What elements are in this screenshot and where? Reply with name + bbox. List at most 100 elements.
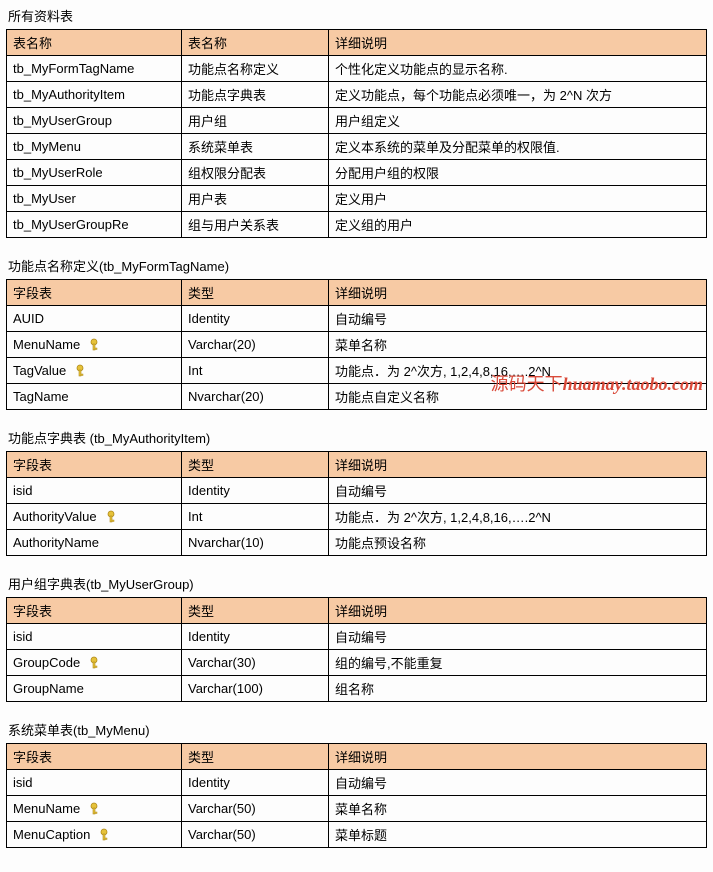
field-type-cell: 用户表	[182, 186, 329, 212]
field-type-cell: 系统菜单表	[182, 134, 329, 160]
field-type-cell: 功能点名称定义	[182, 56, 329, 82]
table-header: 详细说明	[329, 744, 707, 770]
table-row: tb_MyFormTagName功能点名称定义个性化定义功能点的显示名称.	[7, 56, 707, 82]
table-row: tb_MyUserGroupRe组与用户关系表定义组的用户	[7, 212, 707, 238]
table-row: MenuNameVarchar(20)菜单名称	[7, 332, 707, 358]
field-desc-cell: 自动编号	[329, 478, 707, 504]
field-desc-cell: 功能点．为 2^次方, 1,2,4,8,16,….2^N	[329, 358, 707, 384]
section-title: 系统菜单表(tb_MyMenu)	[6, 720, 707, 739]
schema-table: 字段表类型详细说明isidIdentity自动编号AuthorityValueI…	[6, 451, 707, 556]
field-name-cell: GroupName	[7, 676, 182, 702]
field-desc-cell: 菜单标题	[329, 822, 707, 848]
key-icon	[98, 828, 110, 842]
table-row: tb_MyAuthorityItem功能点字典表定义功能点，每个功能点必须唯一，…	[7, 82, 707, 108]
field-desc-cell: 自动编号	[329, 624, 707, 650]
field-desc-cell: 定义用户	[329, 186, 707, 212]
field-desc-cell: 菜单名称	[329, 332, 707, 358]
table-row: TagValueInt功能点．为 2^次方, 1,2,4,8,16,….2^N	[7, 358, 707, 384]
table-header: 类型	[182, 452, 329, 478]
field-type-cell: Identity	[182, 306, 329, 332]
field-type-cell: Varchar(50)	[182, 822, 329, 848]
section-title: 功能点字典表 (tb_MyAuthorityItem)	[6, 428, 707, 447]
table-header: 字段表	[7, 452, 182, 478]
field-desc-cell: 组名称	[329, 676, 707, 702]
field-desc-cell: 定义本系统的菜单及分配菜单的权限值.	[329, 134, 707, 160]
field-name-cell: MenuCaption	[7, 822, 182, 848]
field-desc-cell: 功能点自定义名称	[329, 384, 707, 410]
field-type-cell: Varchar(30)	[182, 650, 329, 676]
field-type-cell: 功能点字典表	[182, 82, 329, 108]
table-header: 类型	[182, 280, 329, 306]
section-title: 用户组字典表(tb_MyUserGroup)	[6, 574, 707, 593]
field-desc-cell: 功能点．为 2^次方, 1,2,4,8,16,….2^N	[329, 504, 707, 530]
table-row: isidIdentity自动编号	[7, 478, 707, 504]
table-header: 详细说明	[329, 280, 707, 306]
key-icon	[74, 364, 86, 378]
key-icon	[88, 802, 100, 816]
field-desc-cell: 自动编号	[329, 306, 707, 332]
table-row: tb_MyMenu系统菜单表定义本系统的菜单及分配菜单的权限值.	[7, 134, 707, 160]
schema-table: 表名称表名称详细说明tb_MyFormTagName功能点名称定义个性化定义功能…	[6, 29, 707, 238]
table-row: isidIdentity自动编号	[7, 770, 707, 796]
field-desc-cell: 用户组定义	[329, 108, 707, 134]
field-type-cell: Nvarchar(10)	[182, 530, 329, 556]
field-name-cell: tb_MyMenu	[7, 134, 182, 160]
field-type-cell: Varchar(20)	[182, 332, 329, 358]
schema-table: 字段表类型详细说明isidIdentity自动编号GroupCodeVarcha…	[6, 597, 707, 702]
table-header: 详细说明	[329, 598, 707, 624]
field-desc-cell: 自动编号	[329, 770, 707, 796]
table-row: isidIdentity自动编号	[7, 624, 707, 650]
table-header: 类型	[182, 744, 329, 770]
field-type-cell: Identity	[182, 624, 329, 650]
field-name-cell: tb_MyAuthorityItem	[7, 82, 182, 108]
section-title: 所有资料表	[6, 6, 707, 25]
schema-table: 字段表类型详细说明isidIdentity自动编号MenuNameVarchar…	[6, 743, 707, 848]
field-name-cell: MenuName	[7, 796, 182, 822]
key-icon	[88, 656, 100, 670]
field-name-cell: tb_MyUser	[7, 186, 182, 212]
table-row: GroupCodeVarchar(30)组的编号,不能重复	[7, 650, 707, 676]
section-title: 功能点名称定义(tb_MyFormTagName)	[6, 256, 707, 275]
table-header: 详细说明	[329, 30, 707, 56]
table-header: 字段表	[7, 280, 182, 306]
field-desc-cell: 定义组的用户	[329, 212, 707, 238]
field-desc-cell: 分配用户组的权限	[329, 160, 707, 186]
field-desc-cell: 个性化定义功能点的显示名称.	[329, 56, 707, 82]
table-row: MenuNameVarchar(50)菜单名称	[7, 796, 707, 822]
field-type-cell: Varchar(50)	[182, 796, 329, 822]
field-type-cell: Int	[182, 504, 329, 530]
schema-table: 字段表类型详细说明AUIDIdentity自动编号MenuNameVarchar…	[6, 279, 707, 410]
field-name-cell: tb_MyFormTagName	[7, 56, 182, 82]
key-icon	[88, 338, 100, 352]
field-type-cell: Varchar(100)	[182, 676, 329, 702]
field-type-cell: 组与用户关系表	[182, 212, 329, 238]
section: 功能点字典表 (tb_MyAuthorityItem)字段表类型详细说明isid…	[6, 428, 707, 556]
table-header: 字段表	[7, 598, 182, 624]
field-name-cell: isid	[7, 478, 182, 504]
field-name-cell: isid	[7, 624, 182, 650]
table-header: 表名称	[7, 30, 182, 56]
field-desc-cell: 菜单名称	[329, 796, 707, 822]
table-row: TagNameNvarchar(20)功能点自定义名称	[7, 384, 707, 410]
table-row: tb_MyUserRole组权限分配表分配用户组的权限	[7, 160, 707, 186]
table-header: 表名称	[182, 30, 329, 56]
field-name-cell: GroupCode	[7, 650, 182, 676]
field-name-cell: AUID	[7, 306, 182, 332]
section: 功能点名称定义(tb_MyFormTagName)字段表类型详细说明AUIDId…	[6, 256, 707, 410]
field-type-cell: Identity	[182, 478, 329, 504]
field-name-cell: TagValue	[7, 358, 182, 384]
field-name-cell: isid	[7, 770, 182, 796]
key-icon	[105, 510, 117, 524]
field-name-cell: AuthorityName	[7, 530, 182, 556]
field-desc-cell: 组的编号,不能重复	[329, 650, 707, 676]
table-row: GroupNameVarchar(100)组名称	[7, 676, 707, 702]
field-desc-cell: 定义功能点，每个功能点必须唯一，为 2^N 次方	[329, 82, 707, 108]
table-row: AUIDIdentity自动编号	[7, 306, 707, 332]
section: 系统菜单表(tb_MyMenu)字段表类型详细说明isidIdentity自动编…	[6, 720, 707, 848]
section: 所有资料表表名称表名称详细说明tb_MyFormTagName功能点名称定义个性…	[6, 6, 707, 238]
field-name-cell: MenuName	[7, 332, 182, 358]
table-header: 详细说明	[329, 452, 707, 478]
field-desc-cell: 功能点预设名称	[329, 530, 707, 556]
table-row: tb_MyUser用户表定义用户	[7, 186, 707, 212]
table-row: MenuCaptionVarchar(50)菜单标题	[7, 822, 707, 848]
